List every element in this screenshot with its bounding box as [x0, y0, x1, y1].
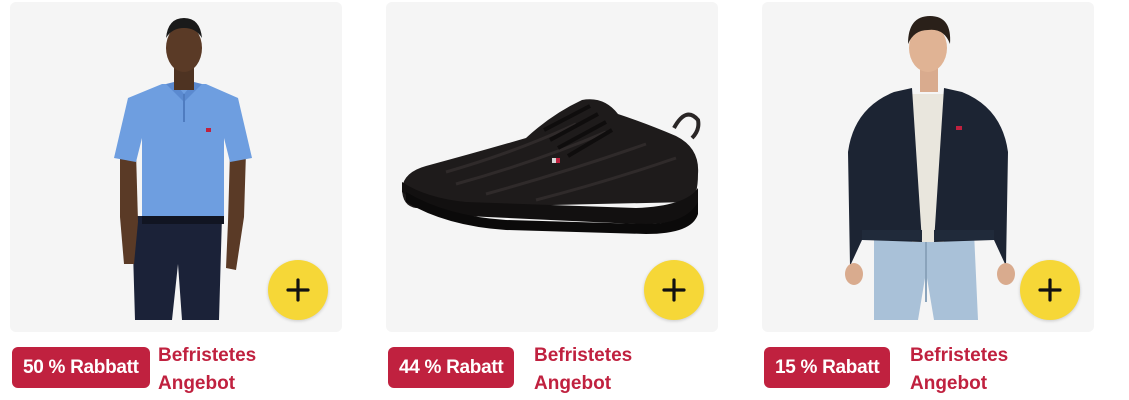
product-image-jacket[interactable] [762, 2, 1094, 332]
plus-icon [1038, 278, 1062, 302]
plus-icon [286, 278, 310, 302]
limited-offer-label: Befristetes Angebot [910, 345, 1009, 394]
add-to-cart-button[interactable] [268, 260, 328, 320]
product-image-sneaker[interactable] [386, 2, 718, 332]
discount-badge: 44 % Rabatt [388, 347, 515, 388]
plus-icon [662, 278, 686, 302]
product-card-jacket[interactable]: 15 % Rabatt Befristetes Angebot [762, 0, 1094, 400]
add-to-cart-button[interactable] [644, 260, 704, 320]
limited-offer-label: Befristetes Angebot [534, 345, 633, 394]
product-meta: 15 % Rabatt Befristetes Angebot [762, 344, 1094, 396]
discount-badge: 15 % Rabatt [764, 347, 891, 388]
add-to-cart-button[interactable] [1020, 260, 1080, 320]
limited-offer-label: Befristetes Angebot [158, 345, 257, 394]
discount-badge: 50 % Rabbatt [12, 347, 150, 388]
product-card-polo[interactable]: 50 % Rabbatt Befristetes Angebot [10, 0, 342, 400]
product-meta: 44 % Rabatt Befristetes Angebot [386, 344, 718, 396]
product-card-sneaker[interactable]: 44 % Rabatt Befristetes Angebot [386, 0, 718, 400]
product-image-polo[interactable] [10, 2, 342, 332]
product-meta: 50 % Rabbatt Befristetes Angebot [10, 344, 342, 396]
